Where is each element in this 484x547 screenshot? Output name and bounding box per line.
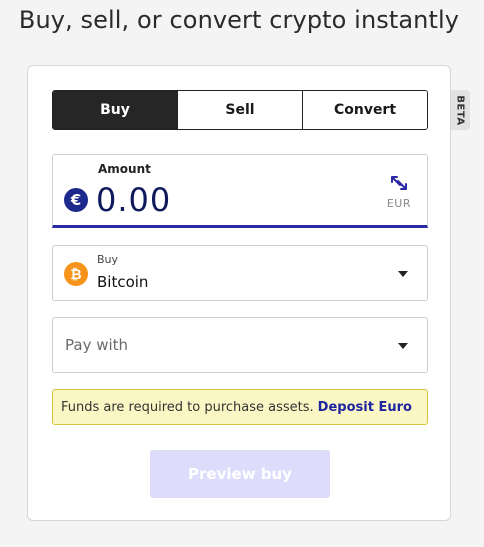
pay-with-placeholder: Pay with: [65, 336, 129, 354]
tab-convert[interactable]: Convert: [302, 91, 427, 129]
trade-type-tabs: Buy Sell Convert: [52, 90, 428, 130]
amount-label: Amount: [98, 162, 151, 176]
chevron-down-icon: [398, 343, 408, 349]
bitcoin-icon: ₿: [64, 262, 88, 286]
asset-select-value: Bitcoin: [97, 273, 149, 291]
asset-select-caption: Buy: [97, 253, 119, 266]
pay-with-select[interactable]: Pay with: [52, 317, 428, 373]
beta-label: BETA: [455, 94, 466, 126]
notice-text: Funds are required to purchase assets.: [61, 399, 314, 415]
funds-required-notice: Funds are required to purchase assets. D…: [52, 389, 428, 425]
asset-select[interactable]: ₿ Buy Bitcoin: [52, 245, 428, 301]
tab-sell[interactable]: Sell: [177, 91, 302, 129]
amount-input[interactable]: Amount € 0.00 EUR: [52, 154, 428, 228]
chevron-down-icon: [398, 271, 408, 277]
page-headline: Buy, sell, or convert crypto instantly: [18, 6, 460, 34]
amount-value[interactable]: 0.00: [96, 181, 171, 219]
preview-buy-button[interactable]: Preview buy: [150, 450, 330, 498]
deposit-euro-link[interactable]: Deposit Euro: [318, 400, 412, 415]
euro-icon: €: [64, 188, 88, 212]
tab-buy[interactable]: Buy: [53, 91, 177, 129]
beta-badge: BETA: [451, 90, 470, 130]
swap-arrows-icon[interactable]: [389, 175, 409, 195]
currency-code: EUR: [386, 197, 411, 210]
